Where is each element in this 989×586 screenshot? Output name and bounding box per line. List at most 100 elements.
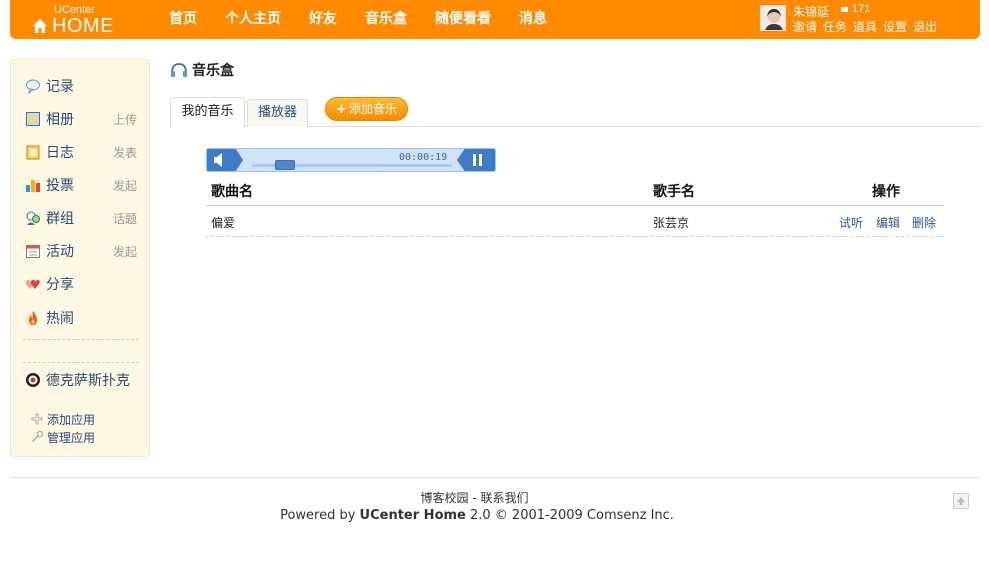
footer-links: 博客校园 - 联系我们 xyxy=(0,489,949,506)
top-header: UCenter HOME 首页 个人主页 好友 音乐盒 随便看看 消息 朱锦延 … xyxy=(10,0,980,39)
sidebar-item-records[interactable]: 记录 xyxy=(25,76,137,96)
artist-cell: 张芸京 xyxy=(653,216,690,230)
add-music-label: 添加音乐 xyxy=(348,102,397,116)
delete-link[interactable]: 删除 xyxy=(912,214,936,231)
notebook-icon xyxy=(25,144,41,160)
table-row: 偏爱 张芸京 试听 编辑 删除 xyxy=(206,206,944,237)
footer-separator: - xyxy=(468,491,481,505)
user-links: 邀请 任务 道具 设置 退出 xyxy=(793,18,937,35)
song-name-cell: 偏爱 xyxy=(211,216,236,230)
headphones-icon xyxy=(171,63,187,77)
sidebar-item-hot[interactable]: 热闹 xyxy=(25,308,137,328)
site-logo[interactable]: UCenter HOME xyxy=(32,2,122,37)
sidebar-divider xyxy=(23,339,139,340)
sidebar-item-blog[interactable]: 日志 发表 xyxy=(25,142,137,162)
arrow-up-icon xyxy=(957,497,965,505)
hearts-icon xyxy=(25,276,41,292)
sidebar-item-label: 群组 xyxy=(46,211,74,227)
pause-button[interactable] xyxy=(457,149,495,171)
nav-messages[interactable]: 消息 xyxy=(505,0,561,39)
sidebar-item-label: 活动 xyxy=(46,244,74,260)
manage-app-link[interactable]: 管理应用 xyxy=(31,429,95,445)
upload-link[interactable]: 上传 xyxy=(113,111,137,128)
topic-link[interactable]: 话题 xyxy=(113,210,137,227)
speech-bubble-icon xyxy=(25,78,41,94)
sidebar-item-label: 分享 xyxy=(46,277,74,293)
nav-profile[interactable]: 个人主页 xyxy=(211,0,295,39)
blog-campus-link[interactable]: 博客校园 xyxy=(421,491,469,505)
back-to-top-button[interactable] xyxy=(953,493,969,509)
page-title: 音乐盒 xyxy=(170,60,234,80)
settings-link[interactable]: 设置 xyxy=(883,18,907,35)
sidebar-item-album[interactable]: 相册 上传 xyxy=(25,109,137,129)
wrench-icon xyxy=(31,431,43,443)
sidebar-item-label: 投票 xyxy=(46,178,74,194)
song-table: 歌曲名 歌手名 操作 偏爱 张芸京 试听 编辑 删除 xyxy=(206,178,944,237)
sidebar-item-event[interactable]: 活动 发起 xyxy=(25,241,137,261)
add-app-link[interactable]: 添加应用 xyxy=(31,411,95,427)
sidebar: 记录 相册 上传 日志 发表 投票 发起 群组 话题 活动 发起 分享 热闹 德… xyxy=(10,59,150,457)
avatar[interactable] xyxy=(760,5,786,31)
task-link[interactable]: 任务 xyxy=(823,18,847,35)
sidebar-item-share[interactable]: 分享 xyxy=(25,274,137,294)
speaker-icon xyxy=(214,153,222,167)
page-title-text: 音乐盒 xyxy=(192,63,234,79)
fire-icon xyxy=(25,310,41,326)
powered-by: Powered by UCenter Home 2.0 © 2001-2009 … xyxy=(0,508,954,523)
volume-button[interactable] xyxy=(207,149,243,171)
invite-link[interactable]: 邀请 xyxy=(793,18,817,35)
player-time: 00:00:19 xyxy=(399,152,448,163)
footer-divider xyxy=(10,477,980,478)
plus-icon xyxy=(31,413,43,425)
props-link[interactable]: 道具 xyxy=(853,18,877,35)
sidebar-item-label: 记录 xyxy=(46,79,74,95)
sidebar-item-label: 德克萨斯扑克 xyxy=(46,373,130,389)
powered-suffix: 2.0 © 2001-2009 Comsenz Inc. xyxy=(465,508,674,523)
start-event-link[interactable]: 发起 xyxy=(113,243,137,260)
sidebar-item-label: 热闹 xyxy=(46,311,74,327)
sidebar-item-label: 相册 xyxy=(46,112,74,128)
house-icon xyxy=(33,19,47,33)
add-music-button[interactable]: + 添加音乐 xyxy=(325,97,408,121)
nav-friends[interactable]: 好友 xyxy=(295,0,351,39)
photo-icon xyxy=(25,111,41,127)
plus-icon: + xyxy=(336,102,347,117)
sidebar-item-poll[interactable]: 投票 发起 xyxy=(25,175,137,195)
sidebar-app-poker[interactable]: 德克萨斯扑克 xyxy=(25,370,137,390)
edit-link[interactable]: 编辑 xyxy=(876,214,900,231)
coin-icon xyxy=(841,6,848,12)
listen-link[interactable]: 试听 xyxy=(839,214,863,231)
sidebar-item-group[interactable]: 群组 话题 xyxy=(25,208,137,228)
nav-home[interactable]: 首页 xyxy=(155,0,211,39)
manage-app-label: 管理应用 xyxy=(47,430,96,445)
logo-home-text: HOME xyxy=(52,15,114,37)
contact-us-link[interactable]: 联系我们 xyxy=(480,491,528,505)
header-song-name: 歌曲名 xyxy=(211,184,253,200)
credit-value: 171 xyxy=(852,3,871,15)
tab-bar: 我的音乐 播放器 + 添加音乐 xyxy=(170,97,981,128)
music-player: 00:00:19 xyxy=(206,148,496,172)
user-panel: 朱锦延 171 邀请 任务 道具 设置 退出 xyxy=(760,3,975,36)
table-header: 歌曲名 歌手名 操作 xyxy=(206,178,944,206)
tab-player[interactable]: 播放器 xyxy=(247,99,308,127)
start-poll-link[interactable]: 发起 xyxy=(113,177,137,194)
main-nav: 首页 个人主页 好友 音乐盒 随便看看 消息 xyxy=(155,0,561,39)
bar-chart-icon xyxy=(25,177,41,193)
powered-brand: UCenter Home xyxy=(359,508,466,523)
avatar-portrait-icon xyxy=(761,6,785,30)
group-icon xyxy=(25,210,41,226)
header-actions: 操作 xyxy=(872,184,900,200)
tab-my-music[interactable]: 我的音乐 xyxy=(170,97,245,128)
nav-musicbox[interactable]: 音乐盒 xyxy=(351,0,421,39)
header-artist: 歌手名 xyxy=(653,184,695,200)
logout-link[interactable]: 退出 xyxy=(913,18,937,35)
pause-icon xyxy=(473,154,482,166)
publish-link[interactable]: 发表 xyxy=(113,144,137,161)
nav-browse[interactable]: 随便看看 xyxy=(421,0,505,39)
sidebar-divider xyxy=(23,362,139,363)
credit-count[interactable]: 171 xyxy=(840,3,870,15)
progress-slider-handle[interactable] xyxy=(275,160,295,170)
add-app-label: 添加应用 xyxy=(47,412,96,427)
powered-prefix: Powered by xyxy=(280,508,360,523)
calendar-icon xyxy=(25,243,41,259)
